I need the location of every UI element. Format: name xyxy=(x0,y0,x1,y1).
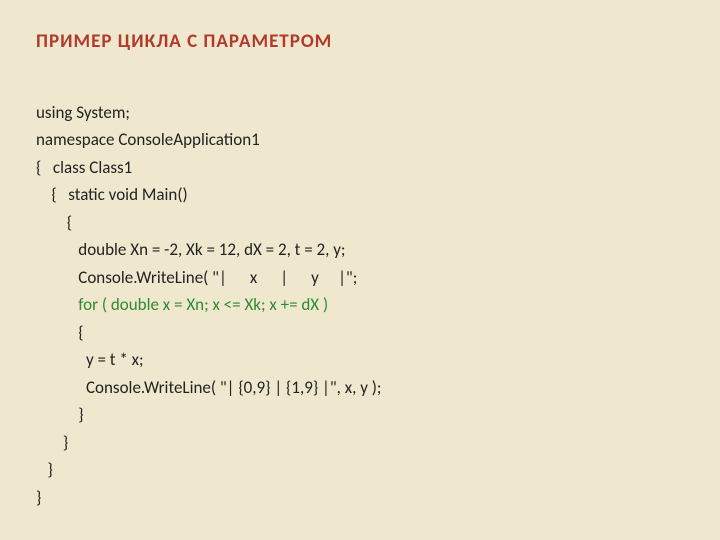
code-line: { static void Main() xyxy=(36,184,188,205)
code-line: double Xn = -2, Xk = 12, dX = 2, t = 2, … xyxy=(36,239,345,260)
code-line: Console.WriteLine( "| x | y |"; xyxy=(36,267,357,288)
slide: ПРИМЕР ЦИКЛА С ПАРАМЕТРОМ using System; … xyxy=(0,0,720,532)
code-block: using System; namespace ConsoleApplicati… xyxy=(36,71,684,512)
slide-title: ПРИМЕР ЦИКЛА С ПАРАМЕТРОМ xyxy=(36,30,684,53)
code-line: } xyxy=(36,432,68,453)
code-line: namespace ConsoleApplication1 xyxy=(36,129,260,150)
code-line: Console.WriteLine( "| {0,9} | {1,9} |", … xyxy=(36,377,381,398)
code-line: } xyxy=(36,404,84,425)
code-line: } xyxy=(36,487,41,508)
code-line: { class Class1 xyxy=(36,157,132,178)
code-line: using System; xyxy=(36,102,130,123)
code-line: { xyxy=(36,322,84,343)
code-line: y = t * x; xyxy=(36,349,144,370)
code-line: { xyxy=(36,212,72,233)
code-line-for: for ( double x = Xn; x <= Xk; x += dX ) xyxy=(36,294,328,315)
code-line: } xyxy=(36,459,53,480)
